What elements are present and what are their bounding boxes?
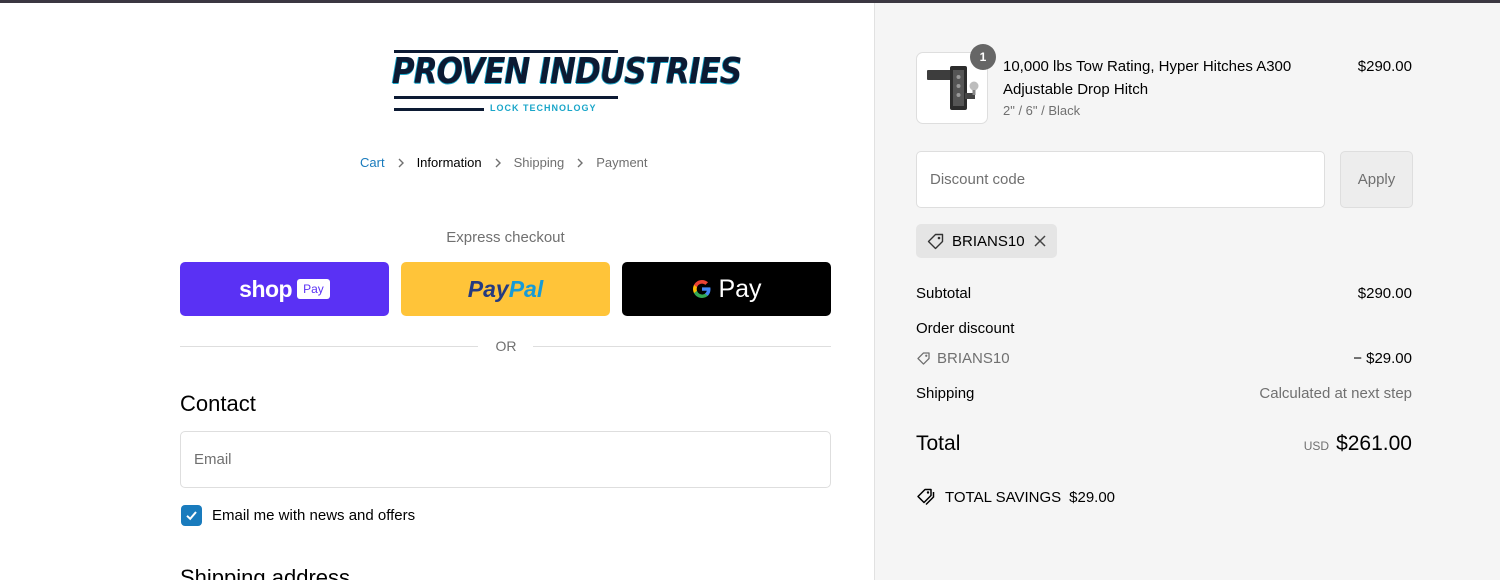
contact-heading: Contact [180, 391, 256, 416]
total-label: Total [916, 432, 961, 455]
discount-amount: − $29.00 [1353, 350, 1412, 367]
google-g-icon [693, 280, 711, 298]
logo-wordmark: PROVEN INDUSTRIES [392, 51, 742, 92]
discount-code-row: BRIANS10 [916, 350, 1010, 367]
savings-label: TOTAL SAVINGS [945, 488, 1062, 506]
breadcrumb-cart[interactable]: Cart [360, 155, 385, 170]
tag-icon [917, 352, 930, 365]
chevron-right-icon [398, 158, 404, 167]
discount-code-label: BRIANS10 [937, 350, 1010, 367]
apply-discount-button[interactable]: Apply [1340, 151, 1413, 208]
chevron-right-icon [495, 158, 501, 167]
logo-subtext: LOCK TECHNOLOGY [490, 103, 597, 113]
paypal-wordmark-pal: Pal [508, 275, 544, 302]
shipping-value: Calculated at next step [1259, 385, 1412, 402]
total-value: $261.00 [1336, 432, 1412, 455]
shop-pay-badge: Pay [297, 279, 330, 299]
checkmark-icon [186, 511, 197, 521]
subtotal-value: $290.00 [1357, 285, 1412, 302]
paypal-wordmark-pay: Pay [467, 275, 509, 302]
express-checkout-label: Express checkout [446, 229, 565, 246]
shipping-address-heading: Shipping address [180, 565, 351, 580]
applied-discount-chip: BRIANS10 [916, 224, 1057, 258]
breadcrumb-payment: Payment [596, 155, 648, 170]
email-field[interactable] [180, 431, 831, 488]
product-variant: 2" / 6" / Black [1003, 103, 1081, 118]
total-amount: USD $261.00 [1304, 432, 1412, 456]
google-pay-button[interactable]: Pay [622, 262, 831, 316]
newsletter-checkbox[interactable] [181, 505, 202, 526]
chevron-right-icon [577, 158, 584, 167]
google-pay-wordmark: Pay [718, 274, 762, 303]
tags-icon [917, 488, 935, 506]
shop-pay-wordmark: shop [239, 275, 293, 302]
savings-value: $29.00 [1069, 488, 1116, 506]
quantity-badge: 1 [970, 44, 996, 70]
shipping-label: Shipping [916, 385, 975, 402]
breadcrumb: Cart Information Shipping Payment [360, 155, 648, 170]
store-logo[interactable]: PROVEN INDUSTRIES LOCK TECHNOLOGY [392, 48, 742, 116]
tag-icon [927, 233, 944, 249]
breadcrumb-shipping: Shipping [513, 155, 565, 170]
breadcrumb-information: Information [416, 155, 482, 170]
logo-mid-bar [394, 96, 618, 99]
newsletter-label[interactable]: Email me with news and offers [212, 507, 415, 524]
product-name: 10,000 lbs Tow Rating, Hyper Hitches A30… [1003, 58, 1292, 98]
product-price: $290.00 [1357, 58, 1412, 75]
or-divider-label: OR [495, 338, 517, 354]
logo-low-bar [394, 108, 484, 111]
shop-pay-button[interactable]: shop Pay [180, 262, 389, 316]
total-savings: TOTAL SAVINGS $29.00 [916, 487, 1115, 507]
paypal-wordmark: PayPal [468, 276, 543, 303]
paypal-button[interactable]: PayPal [401, 262, 610, 316]
applied-discount-code: BRIANS10 [952, 232, 1025, 250]
close-icon[interactable] [1033, 234, 1047, 248]
currency-code: USD [1303, 439, 1330, 453]
discount-code-input[interactable] [916, 151, 1325, 208]
subtotal-label: Subtotal [916, 285, 972, 302]
divider-left [180, 346, 478, 347]
order-discount-label: Order discount [916, 320, 1015, 337]
divider-right [533, 346, 831, 347]
